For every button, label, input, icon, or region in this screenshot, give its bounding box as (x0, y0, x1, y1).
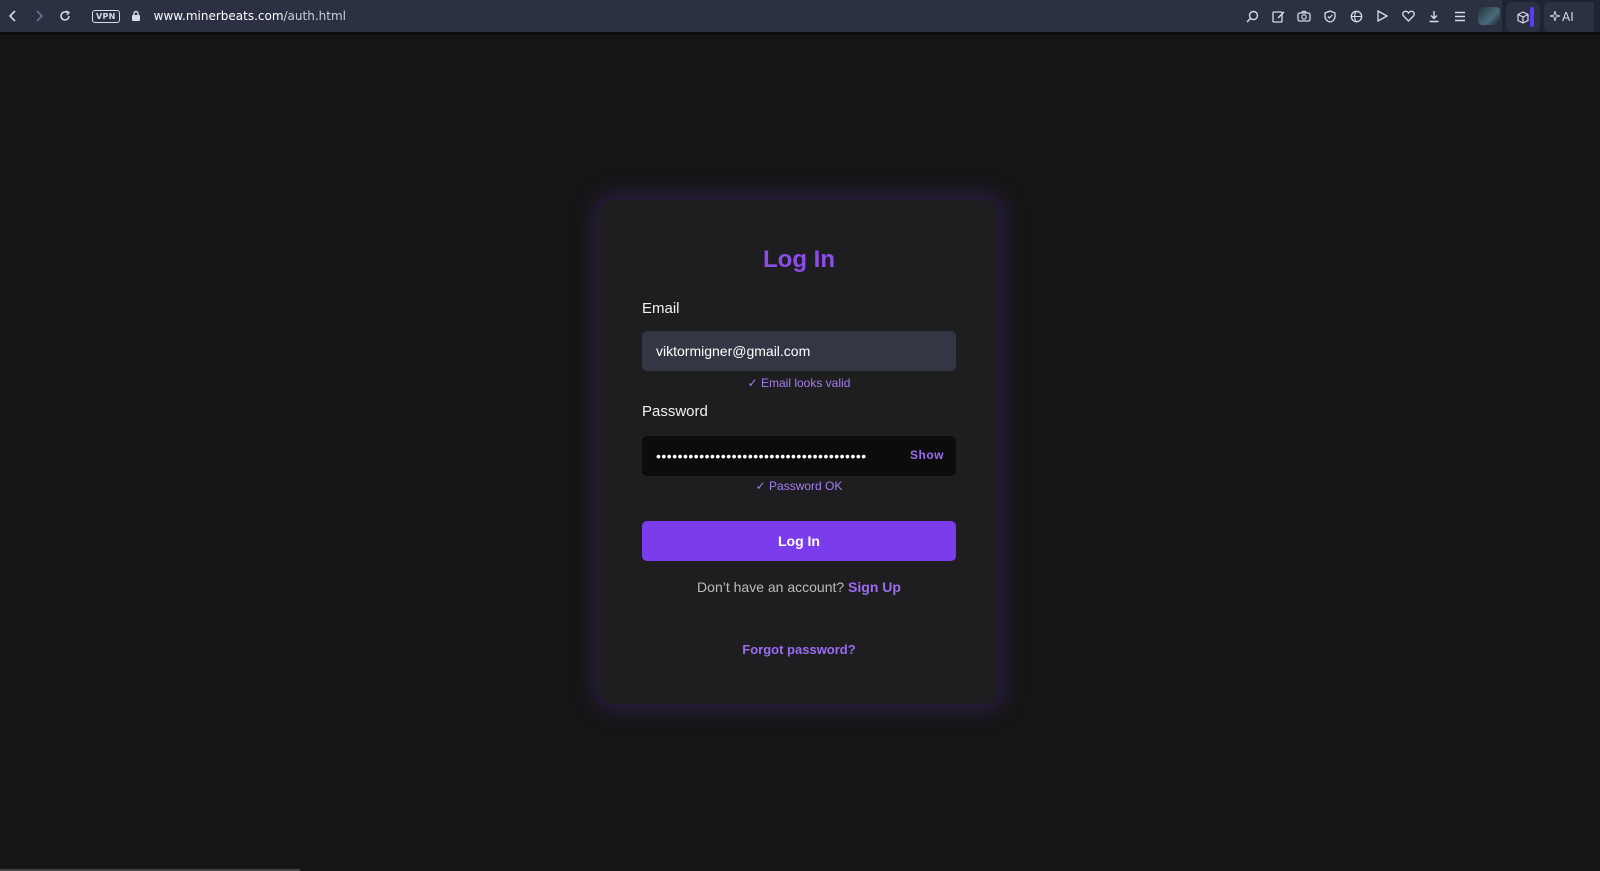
profile-avatar[interactable] (1478, 7, 1500, 25)
email-hint: ✓ Email looks valid (747, 376, 851, 390)
password-label: Password (642, 403, 708, 420)
back-icon[interactable] (0, 2, 26, 30)
send-icon[interactable] (1374, 8, 1390, 24)
email-value: viktormigner@gmail.com (656, 343, 811, 359)
zoom-search-icon[interactable] (1244, 8, 1260, 24)
reload-icon[interactable] (52, 2, 78, 30)
heart-icon[interactable] (1400, 8, 1416, 24)
password-field[interactable]: ••••••••••••••••••••••••••••••••••••••• … (642, 436, 956, 476)
sidebar-accent (1530, 7, 1534, 27)
shield-icon[interactable] (1322, 8, 1338, 24)
login-button[interactable]: Log In (642, 521, 956, 561)
vpn-badge[interactable]: VPN (92, 9, 120, 23)
show-password-button[interactable]: Show (910, 448, 944, 462)
cube-icon[interactable] (1506, 2, 1540, 32)
signup-row: Don’t have an account? Sign Up (600, 579, 998, 595)
menu-icon[interactable] (1452, 8, 1468, 24)
lock-icon[interactable] (130, 9, 142, 23)
address-bar[interactable]: www.minerbeats.com/auth.html (154, 9, 346, 23)
email-label: Email (642, 300, 680, 317)
forward-icon[interactable] (26, 2, 52, 30)
ai-label: AI (1562, 10, 1574, 24)
sparkle-icon (1549, 10, 1561, 24)
browser-toolbar: VPN www.minerbeats.com/auth.html AI (0, 0, 1600, 35)
signup-prompt: Don’t have an account? (697, 579, 845, 595)
ai-button[interactable]: AI (1544, 2, 1594, 32)
edit-icon[interactable] (1270, 8, 1286, 24)
url-path: /auth.html (283, 9, 346, 23)
password-hint: ✓ Password OK (755, 479, 843, 493)
translate-icon[interactable] (1348, 8, 1364, 24)
signup-link[interactable]: Sign Up (848, 579, 901, 595)
camera-icon[interactable] (1296, 8, 1312, 24)
login-card: Log In Email viktormigner@gmail.com ✓ Em… (600, 200, 998, 704)
url-host: www.minerbeats.com (153, 9, 284, 23)
password-value: ••••••••••••••••••••••••••••••••••••••• (656, 448, 867, 464)
download-icon[interactable] (1426, 8, 1442, 24)
extensions-area: AI (1502, 0, 1600, 34)
toolbar-actions (1244, 0, 1500, 32)
email-field[interactable]: viktormigner@gmail.com (642, 331, 956, 371)
forgot-password-link[interactable]: Forgot password? (600, 642, 998, 657)
page-title: Log In (763, 246, 835, 273)
